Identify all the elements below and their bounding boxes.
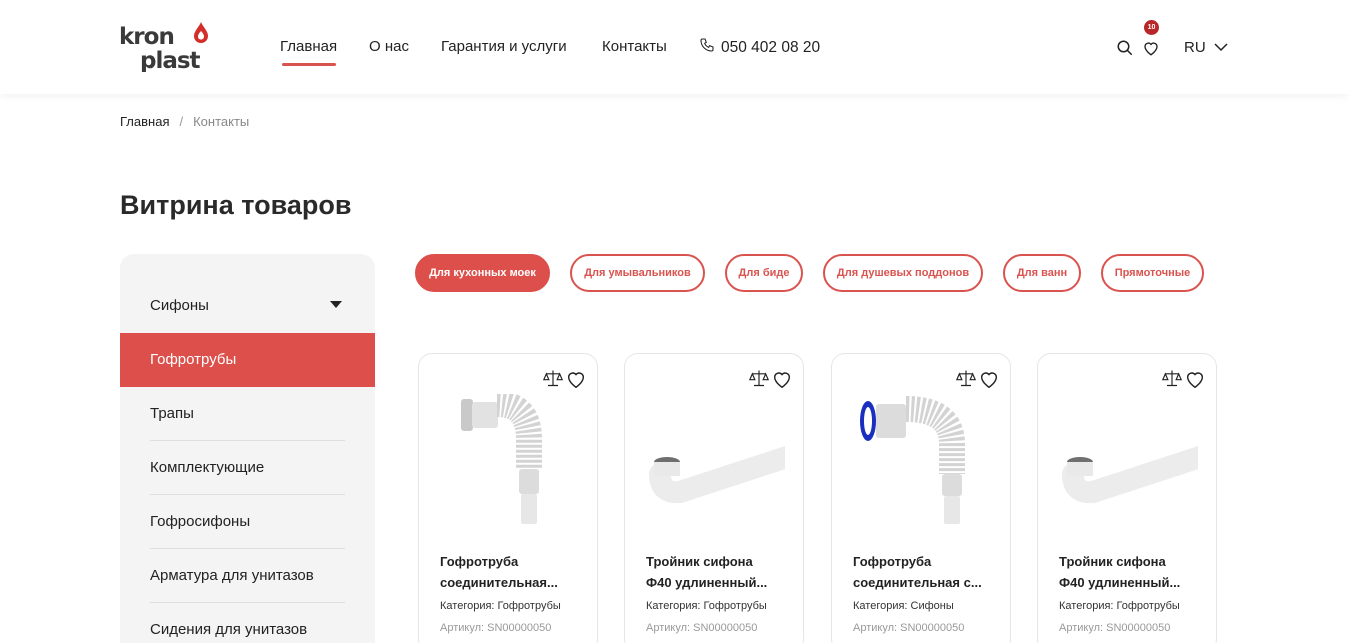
sidebar-item-label: Гофросифоны xyxy=(150,513,251,530)
sidebar-item-toilet-fittings[interactable]: Арматура для унитазов xyxy=(120,549,375,603)
product-card[interactable]: Тройник сифона Ф40 удлиненный... Категор… xyxy=(624,353,804,643)
product-sku: Артикул: SN00000050 xyxy=(1059,622,1171,634)
sidebar-item-components[interactable]: Комплектующие xyxy=(120,441,375,495)
breadcrumb-home[interactable]: Главная xyxy=(120,114,169,129)
sidebar-item-corrugated-siphons[interactable]: Гофросифоны xyxy=(120,495,375,549)
sidebar-item-label: Трапы xyxy=(150,405,194,422)
product-name-line2: Ф40 удлиненный... xyxy=(1059,575,1181,590)
nav-home[interactable]: Главная xyxy=(280,38,337,55)
nav-active-indicator xyxy=(282,63,336,66)
compare-scales-icon[interactable] xyxy=(1161,368,1183,395)
filter-washbasins[interactable]: Для умывальников xyxy=(570,254,705,292)
sidebar-item-corrugated-pipes[interactable]: Гофротрубы xyxy=(120,333,375,387)
product-name-line2: Ф40 удлиненный... xyxy=(646,575,768,590)
product-name-line1: Гофротруба xyxy=(853,554,932,569)
page-title: Витрина товаров xyxy=(120,190,352,220)
svg-text:plast: plast xyxy=(140,48,201,72)
card-actions xyxy=(955,368,1000,395)
chevron-down-icon xyxy=(1214,39,1228,56)
product-category: Категория: Гофротрубы xyxy=(1059,600,1180,612)
sidebar-item-label: Сифоны xyxy=(150,297,209,314)
search-icon[interactable] xyxy=(1116,39,1134,57)
product-sku: Артикул: SN00000050 xyxy=(646,622,758,634)
product-sku: Артикул: SN00000050 xyxy=(440,622,552,634)
svg-text:kron: kron xyxy=(119,24,174,50)
phone-icon xyxy=(699,37,715,58)
card-actions xyxy=(748,368,793,395)
product-sku: Артикул: SN00000050 xyxy=(853,622,965,634)
nav-about[interactable]: О нас xyxy=(369,38,409,55)
favorites-heart-icon[interactable] xyxy=(1142,39,1160,57)
product-name-line1: Тройник сифона xyxy=(1059,554,1166,569)
sidebar-item-siphons[interactable]: Сифоны xyxy=(120,279,375,333)
nav-contacts[interactable]: Контакты xyxy=(602,38,667,55)
filter-straight-through[interactable]: Прямоточные xyxy=(1101,254,1204,292)
breadcrumb-current: Контакты xyxy=(193,114,250,129)
breadcrumb-separator: / xyxy=(179,114,184,129)
product-image[interactable] xyxy=(1058,394,1214,534)
favorite-heart-icon[interactable] xyxy=(565,368,587,395)
favorite-heart-icon[interactable] xyxy=(978,368,1000,395)
product-image[interactable] xyxy=(852,394,992,534)
breadcrumb: Главная / Контакты xyxy=(120,114,249,129)
product-card[interactable]: Тройник сифона Ф40 удлиненный... Категор… xyxy=(1037,353,1217,643)
compare-scales-icon[interactable] xyxy=(542,368,564,395)
kronplast-logo[interactable]: kron plast xyxy=(119,22,223,74)
product-name-line1: Тройник сифона xyxy=(646,554,753,569)
sidebar-item-drains[interactable]: Трапы xyxy=(120,387,375,441)
product-image[interactable] xyxy=(645,394,801,534)
compare-scales-icon[interactable] xyxy=(955,368,977,395)
product-name[interactable]: Гофротруба соединительная... xyxy=(440,551,580,593)
site-header: kron plast Главная О нас Гарантия и услу… xyxy=(0,0,1349,94)
product-name-line2: соединительная с... xyxy=(853,575,982,590)
filter-kitchen-sinks[interactable]: Для кухонных моек xyxy=(415,254,550,292)
compare-scales-icon[interactable] xyxy=(748,368,770,395)
filter-bidet[interactable]: Для биде xyxy=(725,254,803,292)
sidebar-item-label: Гофротрубы xyxy=(150,351,237,368)
product-name-line1: Гофротруба xyxy=(440,554,519,569)
language-selector[interactable]: RU xyxy=(1184,39,1228,56)
product-category: Категория: Гофротрубы xyxy=(646,600,767,612)
product-card[interactable]: Гофротруба соединительная... Категория: … xyxy=(418,353,598,643)
language-label: RU xyxy=(1184,39,1206,56)
product-name[interactable]: Гофротруба соединительная с... xyxy=(853,551,993,593)
product-name-line2: соединительная... xyxy=(440,575,558,590)
product-name[interactable]: Тройник сифона Ф40 удлиненный... xyxy=(646,551,786,593)
sidebar-item-label: Арматура для унитазов xyxy=(150,567,314,584)
product-name[interactable]: Тройник сифона Ф40 удлиненный... xyxy=(1059,551,1199,593)
favorites-count-badge: 10 xyxy=(1144,20,1159,35)
product-card[interactable]: Гофротруба соединительная с... Категория… xyxy=(831,353,1011,643)
caret-down-icon xyxy=(330,301,342,308)
filter-bathtubs[interactable]: Для ванн xyxy=(1003,254,1081,292)
card-actions xyxy=(1161,368,1206,395)
favorite-heart-icon[interactable] xyxy=(771,368,793,395)
product-category: Категория: Сифоны xyxy=(853,600,954,612)
sidebar-item-label: Комплектующие xyxy=(150,459,265,476)
sidebar-item-label: Сидения для унитазов xyxy=(150,621,308,638)
card-actions xyxy=(542,368,587,395)
favorite-heart-icon[interactable] xyxy=(1184,368,1206,395)
product-category: Категория: Гофротрубы xyxy=(440,600,561,612)
category-sidebar: Сифоны Гофротрубы Трапы Комплектующие Го… xyxy=(120,254,375,643)
phone-number: 050 402 08 20 xyxy=(721,38,821,56)
nav-warranty[interactable]: Гарантия и услуги xyxy=(441,38,567,55)
sidebar-item-toilet-seats[interactable]: Сидения для унитазов xyxy=(120,603,375,643)
phone-link[interactable]: 050 402 08 20 xyxy=(699,37,820,58)
product-image[interactable] xyxy=(439,391,579,534)
filter-shower-trays[interactable]: Для душевых поддонов xyxy=(823,254,983,292)
